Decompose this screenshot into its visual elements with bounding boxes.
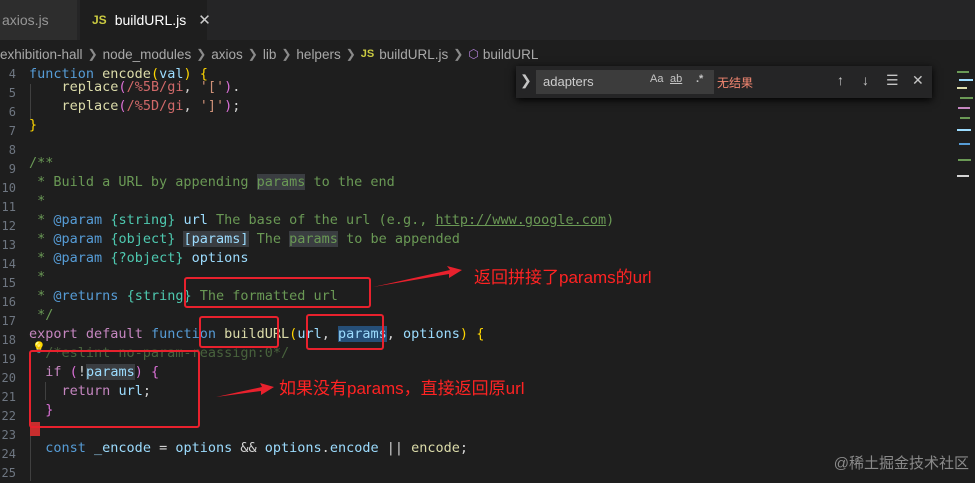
breadcrumb-file[interactable]: buildURL.js [379,47,448,62]
chevron-right-icon: ❯ [87,47,98,61]
tab-axios-js[interactable]: axios.js [0,0,78,40]
minimap-line [957,129,971,131]
code-line: * @param {?object} options [29,250,249,266]
code-line: replace(/%5B/gi, '['). [61,79,241,95]
annotation-box-if-block [29,350,200,428]
minimap-line [960,117,970,119]
breadcrumb-item[interactable]: axios [211,47,243,62]
chevron-right-icon: ❯ [247,47,258,61]
breadcrumb: exhibition-hall ❯ node_modules ❯ axios ❯… [0,41,975,67]
find-widget: ❯ adapters Aa ab .* 无结果 ↑ ↓ ☰ ✕ [516,66,932,98]
line-number: 24 [1,447,16,461]
breadcrumb-item[interactable]: node_modules [103,47,192,62]
minimap-line [958,107,970,109]
minimap-line [960,97,973,99]
watermark: @稀土掘金技术社区 [833,455,969,472]
line-number: 7 [8,124,16,138]
code-line: const _encode = options && options.encod… [45,440,469,456]
find-input-value: adapters [543,74,594,89]
js-file-icon: JS [92,13,107,27]
line-number: 20 [1,371,16,385]
code-line: * Build a URL by appending params to the… [29,174,395,190]
minimap-line [957,175,969,177]
tab-bar: axios.js JS buildURL.js ✕ [0,0,975,41]
line-number: 23 [1,428,16,442]
chevron-right-icon[interactable]: ❯ [520,72,532,89]
tab-label: axios.js [2,12,49,28]
breadcrumb-item[interactable]: lib [263,47,277,62]
close-icon[interactable]: ✕ [912,72,924,89]
tab-buildurl-js[interactable]: JS buildURL.js ✕ [80,0,211,40]
arrow-up-icon[interactable]: ↑ [837,72,844,88]
js-file-icon: JS [360,48,375,60]
code-line: } [29,117,38,133]
annotation-note-if: 如果没有params，直接返回原url [279,379,525,398]
minimap[interactable] [955,67,975,267]
chevron-right-icon: ❯ [453,47,464,61]
line-number: 5 [8,86,16,100]
breadcrumb-symbol[interactable]: buildURL [483,47,539,62]
close-icon[interactable]: ✕ [198,11,211,29]
line-number: 4 [8,67,16,81]
minimap-line [957,87,967,89]
line-number: 11 [1,200,16,214]
line-number: 8 [8,143,16,157]
minimap-line [959,143,970,145]
annotation-box-buildurl [199,316,279,348]
code-line: */ [29,307,54,323]
minimap-line [958,159,971,161]
find-input[interactable]: adapters [536,70,714,94]
chevron-right-icon: ❯ [345,47,356,61]
line-number: 25 [1,466,16,480]
line-number: 16 [1,295,16,309]
line-number: 10 [1,181,16,195]
line-number: 18 [1,333,16,347]
regex-icon[interactable]: .* [696,73,703,85]
symbol-method-icon: ⬡ [468,47,479,61]
line-number: 17 [1,314,16,328]
line-number-gutter: 4 5 6 7 8 9 10 11 12 13 14 15 16 17 18 1… [0,67,22,481]
line-number: 22 [1,409,16,423]
tab-label: buildURL.js [114,12,187,28]
arrow-down-icon[interactable]: ↓ [862,72,869,88]
code-line: * [29,269,46,285]
line-number: 6 [8,105,16,119]
chevron-right-icon: ❯ [281,47,292,61]
whole-word-icon[interactable]: ab [670,73,682,85]
annotation-box-returns [184,277,371,308]
annotation-note-return: 返回拼接了params的url [474,268,652,287]
line-number: 9 [8,162,16,176]
breadcrumb-item[interactable]: exhibition-hall [0,47,83,62]
minimap-line [957,71,969,73]
code-line: * [29,193,46,209]
code-line: * @param {string} url The base of the ur… [29,212,615,228]
match-case-icon[interactable]: Aa [650,73,663,85]
find-in-selection-icon[interactable]: ☰ [886,72,899,89]
code-line: * @param {object} [params] The params to… [29,231,460,247]
find-result-status: 无结果 [717,76,754,90]
annotation-box-params [306,314,384,350]
line-number: 15 [1,276,16,290]
line-number: 19 [1,352,16,366]
code-line: /** [29,155,54,171]
minimap-line [959,79,973,81]
line-number: 13 [1,238,16,252]
line-number: 12 [1,219,16,233]
chevron-right-icon: ❯ [196,47,207,61]
code-line: replace(/%5D/gi, ']'); [61,98,241,114]
line-number: 21 [1,390,16,404]
breadcrumb-item[interactable]: helpers [296,47,340,62]
line-number: 14 [1,257,16,271]
